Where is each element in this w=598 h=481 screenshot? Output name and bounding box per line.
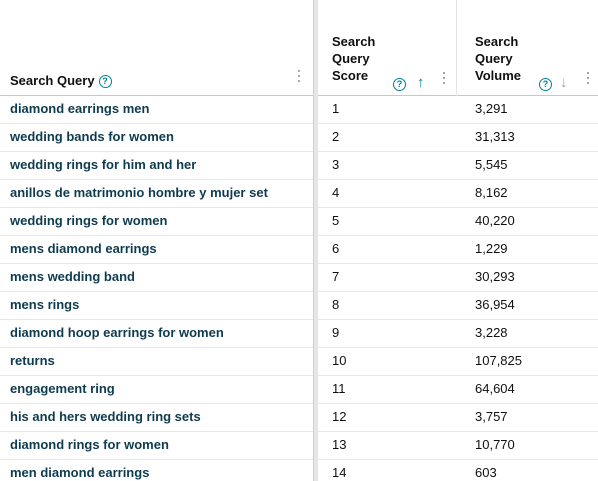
column-header-search-query[interactable]: Search Query? (0, 0, 313, 96)
query-cell[interactable]: wedding rings for women (10, 208, 310, 235)
search-query-table: Search Query? Search Query Score ? ↑ Sea… (0, 0, 598, 481)
query-cell[interactable]: mens wedding band (10, 264, 310, 291)
score-cell: 13 (332, 437, 347, 452)
column-label-search-query-volume: Search Query Volume (475, 34, 521, 83)
column-label-search-query: Search Query (10, 73, 95, 88)
query-cell[interactable]: wedding rings for him and her (10, 152, 310, 179)
score-cell: 5 (332, 213, 340, 228)
table-row[interactable]: mens diamond earrings 6 1,229 (0, 236, 598, 264)
query-cell[interactable]: wedding bands for women (10, 124, 310, 151)
table-row[interactable]: wedding rings for him and her 3 5,545 (0, 152, 598, 180)
volume-cell: 10,770 (475, 437, 515, 452)
query-cell[interactable]: returns (10, 348, 310, 375)
column-menu-icon[interactable] (297, 70, 301, 84)
column-menu-icon[interactable] (586, 72, 590, 86)
query-cell[interactable]: anillos de matrimonio hombre y mujer set (10, 180, 310, 207)
score-cell: 2 (332, 129, 340, 144)
help-icon[interactable]: ? (539, 78, 552, 91)
score-cell: 7 (332, 269, 340, 284)
table-row[interactable]: engagement ring 11 64,604 (0, 376, 598, 404)
table-row[interactable]: returns 10 107,825 (0, 348, 598, 376)
volume-cell: 603 (475, 465, 497, 480)
score-cell: 8 (332, 297, 340, 312)
pinned-column-divider[interactable] (313, 0, 318, 481)
help-icon[interactable]: ? (393, 78, 406, 91)
table-row[interactable]: men diamond earrings 14 603 (0, 460, 598, 481)
table-row[interactable]: anillos de matrimonio hombre y mujer set… (0, 180, 598, 208)
score-cell: 11 (332, 381, 346, 396)
help-icon[interactable]: ? (98, 75, 112, 89)
column-header-search-query-score[interactable]: Search Query Score ? ↑ (318, 0, 457, 96)
table-row[interactable]: diamond earrings men 1 3,291 (0, 96, 598, 124)
volume-cell: 31,313 (475, 129, 515, 144)
query-cell[interactable]: diamond hoop earrings for women (10, 320, 310, 347)
score-cell: 10 (332, 353, 347, 368)
table-row[interactable]: mens rings 8 36,954 (0, 292, 598, 320)
table-row[interactable]: diamond hoop earrings for women 9 3,228 (0, 320, 598, 348)
query-cell[interactable]: engagement ring (10, 376, 310, 403)
volume-cell: 36,954 (475, 297, 515, 312)
sort-ascending-icon[interactable]: ↑ (417, 75, 425, 90)
query-cell[interactable]: mens diamond earrings (10, 236, 310, 263)
column-menu-icon[interactable] (442, 72, 446, 86)
sort-descending-icon[interactable]: ↓ (560, 75, 568, 90)
query-cell[interactable]: diamond rings for women (10, 432, 310, 459)
volume-cell: 5,545 (475, 157, 508, 172)
score-cell: 1 (332, 101, 340, 116)
table-row[interactable]: wedding bands for women 2 31,313 (0, 124, 598, 152)
volume-cell: 3,228 (475, 325, 508, 340)
volume-cell: 8,162 (475, 185, 508, 200)
score-cell: 14 (332, 465, 347, 480)
table-header: Search Query? Search Query Score ? ↑ Sea… (0, 0, 598, 96)
volume-cell: 3,291 (475, 101, 508, 116)
score-cell: 6 (332, 241, 340, 256)
volume-cell: 40,220 (475, 213, 515, 228)
column-label-search-query-score: Search Query Score (332, 34, 376, 83)
query-cell[interactable]: mens rings (10, 292, 310, 319)
score-cell: 9 (332, 325, 340, 340)
volume-cell: 64,604 (475, 381, 515, 396)
score-cell: 3 (332, 157, 340, 172)
table-row[interactable]: his and hers wedding ring sets 12 3,757 (0, 404, 598, 432)
volume-cell: 3,757 (475, 409, 508, 424)
query-cell[interactable]: his and hers wedding ring sets (10, 404, 310, 431)
table-row[interactable]: wedding rings for women 5 40,220 (0, 208, 598, 236)
volume-cell: 1,229 (475, 241, 508, 256)
volume-cell: 107,825 (475, 353, 522, 368)
table-body: diamond earrings men 1 3,291 wedding bands… (0, 96, 598, 481)
score-cell: 4 (332, 185, 340, 200)
query-cell[interactable]: men diamond earrings (10, 460, 310, 481)
table-row[interactable]: diamond rings for women 13 10,770 (0, 432, 598, 460)
volume-cell: 30,293 (475, 269, 515, 284)
column-header-search-query-volume[interactable]: Search Query Volume ? ↓ (458, 0, 598, 96)
table-row[interactable]: mens wedding band 7 30,293 (0, 264, 598, 292)
query-cell[interactable]: diamond earrings men (10, 96, 310, 123)
score-cell: 12 (332, 409, 347, 424)
